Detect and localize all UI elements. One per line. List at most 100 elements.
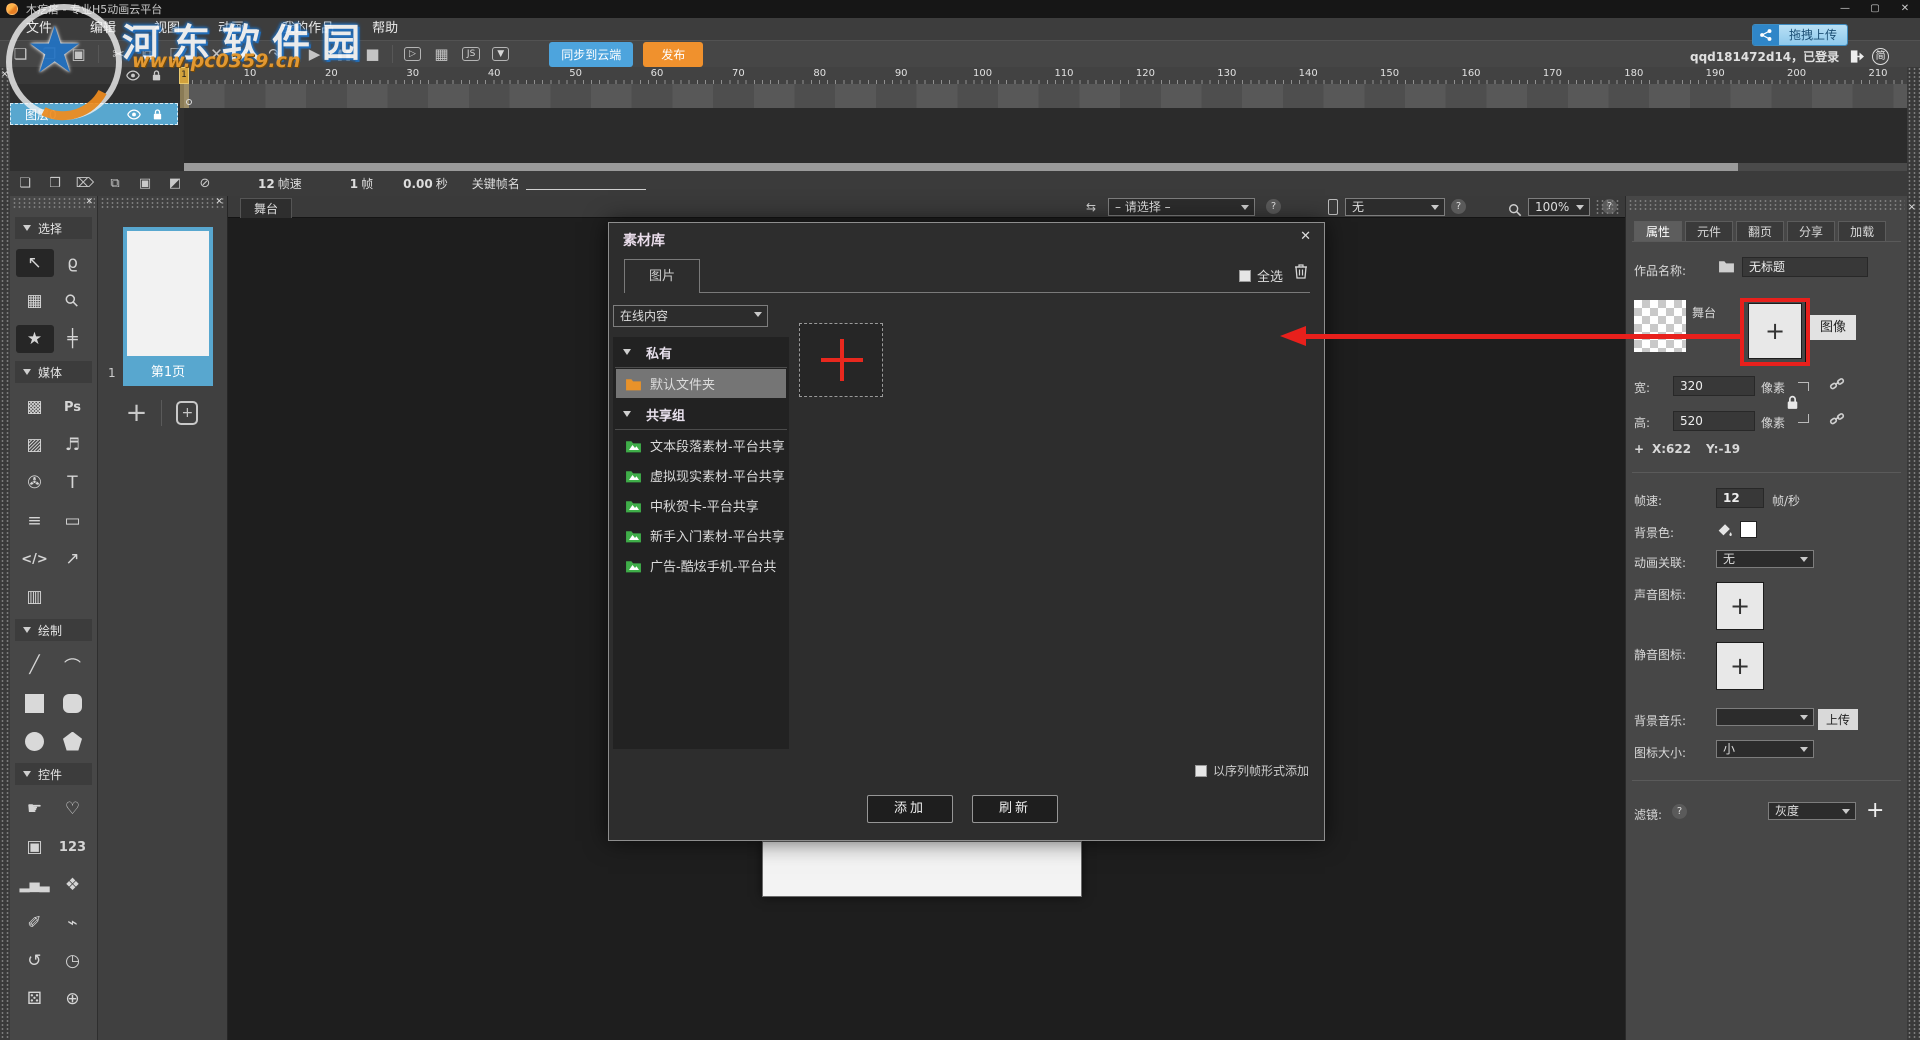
pages-panel-grip[interactable]: ✕ <box>100 197 225 209</box>
delete-selected-icon[interactable] <box>1293 263 1309 279</box>
timeline-scrollbar-thumb[interactable] <box>184 163 1738 171</box>
device-select[interactable]: 无 <box>1345 198 1445 216</box>
show-all-layers-eye-icon[interactable] <box>126 70 140 81</box>
open-folder-icon[interactable] <box>1718 258 1735 273</box>
curve-tool[interactable]: ⌒ <box>54 651 92 679</box>
section-header-媒体[interactable]: 媒体 <box>15 361 92 383</box>
select-all-checkbox[interactable] <box>1239 270 1251 282</box>
width-link-icon[interactable] <box>1829 376 1845 392</box>
brush-tool[interactable]: ✐ <box>16 909 54 937</box>
add-mute-icon-button[interactable]: + <box>1716 642 1764 690</box>
video-tool[interactable]: ✇ <box>16 469 54 497</box>
polygon-tool[interactable] <box>54 727 92 755</box>
background-music-select[interactable] <box>1716 708 1814 726</box>
close-panel-icon[interactable]: ✕ <box>1908 203 1916 213</box>
globe-tool[interactable]: ⊕ <box>54 985 92 1013</box>
animation-link-select[interactable]: 无 <box>1716 550 1814 568</box>
filter-help-icon[interactable]: ? <box>1672 804 1687 819</box>
folder-group-私有[interactable]: 私有 <box>613 337 789 367</box>
add-page-button[interactable]: + <box>126 398 148 428</box>
duplicate-page-button[interactable]: + <box>176 401 198 425</box>
folder-item[interactable]: 广告-酷炫手机-平台共 <box>616 551 786 580</box>
menu-item-0[interactable]: 文件 <box>10 18 68 40</box>
zoom-select[interactable]: 100% <box>1528 198 1590 216</box>
device-help-icon[interactable]: ? <box>1451 199 1466 214</box>
filmstrip-tool[interactable]: ▥ <box>16 583 54 611</box>
board-tool[interactable]: ▭ <box>54 507 92 535</box>
folder-item[interactable]: 默认文件夹 <box>616 369 786 398</box>
height-input[interactable]: 520 <box>1673 411 1755 431</box>
rank-tool[interactable]: ▂▅▃ <box>16 871 54 899</box>
right-dock-gutter[interactable]: ✕ <box>1907 67 1920 1040</box>
paint-bucket-icon[interactable] <box>1716 521 1733 538</box>
photoshop-tool[interactable]: Ps <box>54 393 92 421</box>
open-file-icon[interactable]: ❐ <box>35 45 64 63</box>
work-name-input[interactable]: 无标题 <box>1742 257 1868 277</box>
guides-tool[interactable]: ╪ <box>54 325 92 353</box>
layer-lock-icon[interactable] <box>151 108 164 121</box>
panel-tab-翻页[interactable]: 翻页 <box>1736 221 1784 241</box>
left-dock-gutter[interactable]: ✕ <box>0 67 10 1040</box>
lock-all-layers-icon[interactable] <box>150 69 163 82</box>
add-sound-icon-button[interactable]: + <box>1716 582 1764 630</box>
zoom-tool[interactable]: ⚲ <box>54 287 92 315</box>
upload-image-tile[interactable] <box>799 323 883 397</box>
menu-item-4[interactable]: 我的作品 <box>266 18 350 40</box>
timeline-scrollbar[interactable] <box>184 163 1907 171</box>
audio-tool[interactable]: ♬ <box>54 431 92 459</box>
panel-tab-属性[interactable]: 属性 <box>1634 221 1682 241</box>
stop-icon[interactable]: ■ <box>358 45 387 63</box>
menu-item-5[interactable]: 帮助 <box>356 18 414 40</box>
drag-upload-button[interactable]: 拖拽上传 <box>1752 24 1848 46</box>
chart-tool[interactable]: ↗ <box>54 545 92 573</box>
duplicate-frame-icon[interactable]: ⧉ <box>100 176 130 191</box>
preset-help-icon[interactable]: ? <box>1266 199 1281 214</box>
clear-keyframe-icon[interactable]: ⊘ <box>190 176 220 191</box>
tab-images[interactable]: 图片 <box>624 259 700 293</box>
layer-row[interactable]: 图层0 <box>10 103 178 125</box>
vote-tool[interactable]: ▣ <box>16 833 54 861</box>
code-tool[interactable]: </> <box>16 545 54 573</box>
menu-item-3[interactable]: 动画 <box>202 18 260 40</box>
delete-frame-icon[interactable]: ⌦ <box>70 176 100 191</box>
path-tool[interactable]: ⌁ <box>54 909 92 937</box>
tools-panel-grip[interactable]: ✕ <box>12 197 95 209</box>
stage-canvas[interactable] <box>762 841 1082 897</box>
paragraph-tool[interactable]: ≡ <box>16 507 54 535</box>
close-button[interactable]: ✕ <box>1890 0 1920 18</box>
new-file-icon[interactable]: ❏ <box>6 45 35 63</box>
copy-icon[interactable]: ⧉ <box>133 45 162 63</box>
pause-icon[interactable]: ❚❚ <box>329 48 358 61</box>
stage-bar-grip[interactable] <box>1595 199 1621 215</box>
panel-tab-加载[interactable]: 加载 <box>1838 221 1886 241</box>
paste-icon[interactable]: ❑ <box>162 45 191 63</box>
keyframe-marker[interactable] <box>186 99 192 105</box>
height-link-icon[interactable] <box>1829 411 1845 427</box>
save-file-icon[interactable]: ▣ <box>64 45 93 63</box>
stage-select-tool[interactable]: ★ <box>16 325 54 353</box>
page-thumbnail[interactable]: 第1页 <box>123 227 213 386</box>
width-input[interactable]: 320 <box>1673 376 1755 396</box>
select-tool[interactable]: ↖ <box>16 249 54 277</box>
frames-track[interactable] <box>184 84 1907 108</box>
preview-icon[interactable]: ▷ <box>404 47 421 61</box>
js-export-icon[interactable]: JS <box>462 47 480 61</box>
minimize-button[interactable]: — <box>1830 0 1860 18</box>
play-icon[interactable]: ▶ <box>300 45 329 63</box>
like-tool[interactable]: ♡ <box>54 795 92 823</box>
properties-panel-grip[interactable] <box>1628 199 1905 211</box>
ellipse-tool[interactable] <box>16 727 54 755</box>
cut-icon[interactable]: ✂ <box>104 45 133 63</box>
publish-device-icon[interactable]: ▼ <box>492 47 509 61</box>
logout-icon[interactable] <box>1849 49 1864 64</box>
source-select[interactable]: 在线内容 <box>613 305 768 327</box>
close-pages-panel-icon[interactable]: ✕ <box>215 197 223 207</box>
section-header-绘制[interactable]: 绘制 <box>15 619 92 641</box>
section-header-控件[interactable]: 控件 <box>15 763 92 785</box>
lasso-tool[interactable]: ϱ <box>54 249 92 277</box>
insert-frame-icon[interactable]: ▣ <box>130 176 160 191</box>
folder-item[interactable]: 中秋贺卡-平台共享 <box>616 491 786 520</box>
stage-background-thumbnail[interactable] <box>1634 300 1686 352</box>
folder-item[interactable]: 文本段落素材-平台共享 <box>616 431 786 460</box>
new-frame-icon[interactable]: ❏ <box>10 176 40 191</box>
